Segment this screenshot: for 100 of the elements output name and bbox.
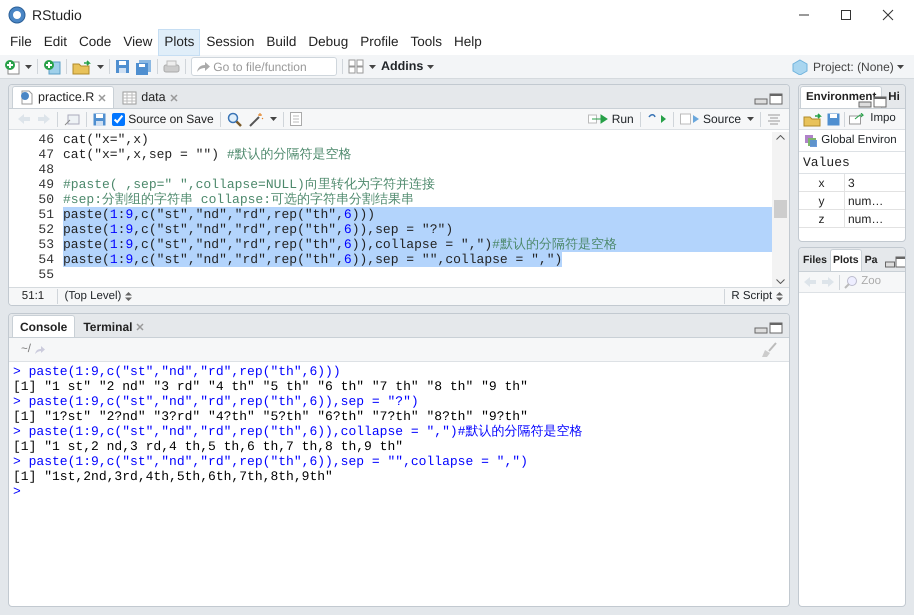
menu-item[interactable]: Profile — [354, 29, 404, 56]
line-number: 49 — [37, 177, 54, 192]
menu-item[interactable]: Edit — [38, 29, 74, 56]
new-file-icon[interactable] — [4, 58, 20, 74]
outline-icon[interactable] — [290, 112, 302, 126]
new-project-icon[interactable] — [43, 58, 61, 74]
source-button[interactable]: Source — [680, 110, 741, 128]
environment-dropdown[interactable]: Global Environ — [821, 132, 897, 150]
menu-item[interactable]: Plots — [158, 29, 200, 56]
scope-dropdown[interactable]: (Top Level) — [58, 288, 138, 305]
environment-tab[interactable]: Environment — [800, 86, 882, 108]
line-number: 54 — [37, 252, 54, 267]
caret-icon[interactable] — [747, 117, 754, 121]
menu-item[interactable]: File — [4, 29, 38, 56]
editor-tab[interactable]: practice.R — [12, 86, 114, 108]
line-number: 47 — [37, 147, 54, 162]
line-number: 48 — [37, 162, 54, 177]
maximize-pane-icon[interactable] — [769, 322, 783, 334]
variable-name: z — [799, 210, 845, 227]
addins-button[interactable]: Addins — [381, 57, 434, 76]
console-tab[interactable]: Console — [12, 315, 76, 337]
show-in-window-icon[interactable] — [64, 112, 80, 126]
console-input-line: > — [13, 484, 21, 499]
code-line: cat("x=",x) — [63, 132, 150, 147]
menu-item[interactable]: Help — [448, 29, 488, 56]
save-all-icon[interactable] — [135, 58, 152, 74]
variable-name: x — [799, 174, 845, 191]
file-type-dropdown[interactable]: R Script — [724, 288, 789, 305]
console-output-line: [1] "1st,2nd,3rd,4th,5th,6th,7th,8th,9th" — [13, 469, 333, 484]
caret-icon[interactable] — [97, 64, 104, 68]
align-icon[interactable] — [767, 113, 781, 125]
caret-icon[interactable] — [25, 64, 32, 68]
menu-item[interactable]: Debug — [302, 29, 354, 56]
arrow-icon — [196, 60, 210, 72]
line-number: 52 — [37, 222, 54, 237]
scroll-down-icon[interactable] — [776, 279, 785, 284]
search-icon[interactable] — [226, 112, 242, 126]
save-icon[interactable] — [827, 112, 840, 126]
caret-icon — [426, 64, 434, 68]
clear-console-icon[interactable] — [761, 342, 777, 358]
source-icon — [680, 113, 700, 125]
maximize-icon[interactable] — [840, 9, 852, 21]
source-on-save-checkbox[interactable] — [112, 112, 125, 126]
maximize-pane-icon[interactable] — [769, 93, 783, 105]
variable-value: 3 — [847, 175, 855, 191]
console-input-line: > paste(1:9,c("st","nd","rd",rep("th",6)),collapse = ",")#默认的分隔符是空格 — [13, 424, 582, 439]
files-tab[interactable]: Pa — [862, 249, 880, 271]
save-icon[interactable] — [93, 112, 106, 126]
zoom-icon — [844, 275, 858, 289]
up-down-icon — [124, 292, 132, 301]
variable-value: num… — [847, 193, 884, 209]
script-file-icon[interactable] — [20, 90, 34, 105]
caret-icon[interactable] — [369, 64, 376, 68]
console-output-line: [1] "1 st" "2 nd" "3 rd" "4 th" "5 th" "6 th" "7 th" "8 th" "9 th" — [13, 379, 528, 394]
cursor-position: 51:1 — [20, 288, 46, 304]
editor-tab[interactable]: data — [114, 86, 186, 108]
caret-icon — [897, 64, 904, 68]
checkbox-label[interactable]: Source on Save — [128, 110, 214, 128]
section-heading: Values — [803, 155, 850, 170]
files-tab[interactable]: Files — [800, 249, 830, 271]
open-folder-icon[interactable] — [803, 112, 823, 126]
console-tab[interactable]: Terminal — [75, 315, 152, 337]
maximize-pane-icon[interactable] — [895, 256, 905, 268]
console-output-line: [1] "1 st,2 nd,3 rd,4 th,5 th,6 th,7 th,8 th,9 th" — [13, 439, 404, 454]
menu-item[interactable]: View — [117, 29, 158, 56]
console-input-line: > paste(1:9,c("st","nd","rd",rep("th",6)),sep = "",collapse = ",") — [13, 454, 528, 469]
project-icon[interactable] — [792, 58, 808, 74]
print-icon[interactable] — [163, 59, 180, 74]
window-title: RStudio — [32, 6, 82, 24]
save-icon[interactable] — [115, 59, 130, 74]
menu-item[interactable]: Build — [260, 29, 302, 56]
line-number: 50 — [37, 192, 54, 207]
code-line: #paste( ,sep=" ",collapse=NULL)向里转化为字符并连接 — [63, 177, 436, 192]
working-directory-path: ~/ — [21, 342, 31, 357]
menu-item[interactable]: Tools — [404, 29, 448, 56]
table-icon[interactable] — [122, 90, 138, 104]
grid-layout-icon[interactable] — [348, 59, 364, 74]
rerun-icon[interactable] — [646, 113, 667, 125]
files-tab[interactable]: Plots — [830, 249, 862, 271]
caret-icon[interactable] — [270, 117, 277, 121]
project-menu-button[interactable]: Project: (None) — [813, 58, 904, 76]
scroll-up-icon[interactable] — [776, 135, 785, 140]
scrollbar-thumb[interactable] — [774, 200, 787, 218]
variable-value: num… — [847, 211, 884, 227]
variable-name: y — [799, 192, 845, 209]
magic-wand-icon[interactable] — [248, 112, 264, 126]
menu-item[interactable]: Session — [200, 29, 260, 56]
environment-tab[interactable]: Hi — [882, 86, 905, 108]
menu-item[interactable]: Code — [73, 29, 118, 56]
code-line: #sep:分割组的字符串 collapse:可选的字符串分割结果串 — [63, 192, 416, 207]
code-line: cat("x=",x,sep = "") #默认的分隔符是空格 — [63, 147, 353, 162]
line-number: 53 — [37, 237, 54, 252]
console-input-line: > paste(1:9,c("st","nd","rd",rep("th",6)),sep = "?") — [13, 394, 419, 409]
line-number: 51 — [37, 207, 54, 222]
environment-icon[interactable] — [804, 134, 818, 148]
import-icon — [849, 113, 867, 125]
line-number: 46 — [37, 132, 54, 147]
open-folder-icon[interactable] — [72, 58, 92, 74]
run-button[interactable]: Run — [588, 110, 634, 128]
close-icon[interactable] — [882, 9, 894, 21]
